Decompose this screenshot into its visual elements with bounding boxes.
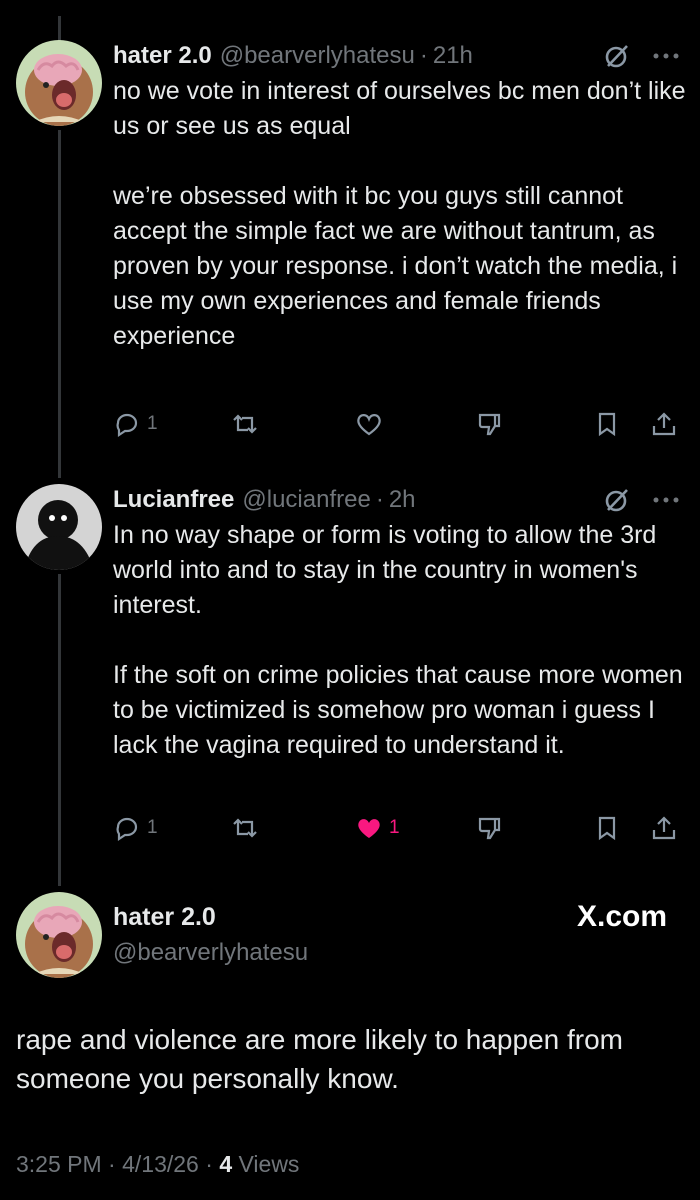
share-icon	[652, 412, 676, 436]
views-count[interactable]: 4	[219, 1151, 232, 1177]
heart-filled-icon	[358, 819, 380, 838]
avatar[interactable]	[16, 484, 102, 570]
post-meta: 3:25 PM · 4/13/26 · 4 Views	[16, 1146, 299, 1182]
bookmark-icon	[598, 412, 616, 437]
like-button[interactable]	[355, 410, 383, 438]
more-icon[interactable]	[652, 52, 680, 60]
reply-icon	[116, 413, 138, 438]
separator-dot: ·	[419, 42, 428, 69]
main-post-text: rape and violence are more likely to hap…	[16, 1024, 624, 1094]
action-bar: 1 1	[113, 814, 686, 850]
thread-line-top	[58, 16, 61, 42]
post-time[interactable]: 3:25 PM	[16, 1151, 102, 1177]
thumbs-down-icon	[478, 817, 501, 840]
author-name[interactable]: hater 2.0	[113, 42, 212, 70]
tweet-text: In no way shape or form is voting to all…	[113, 518, 686, 763]
share-button[interactable]	[650, 814, 678, 842]
repost-button[interactable]	[231, 410, 259, 438]
avatar[interactable]	[16, 892, 102, 978]
author-handle[interactable]: @bearverlyhatesu	[220, 42, 415, 70]
share-icon	[652, 816, 676, 840]
capybara-avatar-icon	[16, 892, 102, 978]
tweet-paragraph: no we vote in interest of ourselves bc m…	[113, 77, 686, 140]
thread-line-2	[58, 574, 61, 886]
bookmark-button[interactable]	[593, 410, 621, 438]
grok-icon[interactable]	[604, 487, 630, 513]
x-com-watermark: X.com	[576, 900, 667, 933]
dislike-button[interactable]	[475, 410, 503, 438]
author-handle[interactable]: @bearverlyhatesu	[113, 936, 673, 970]
author-handle[interactable]: @lucianfree	[242, 486, 370, 514]
post-date[interactable]: 4/13/26	[122, 1151, 199, 1177]
author-name[interactable]: Lucianfree	[113, 486, 234, 514]
like-count: 1	[389, 817, 400, 838]
more-icon[interactable]	[652, 496, 680, 504]
main-post-header: hater 2.0 @bearverlyhatesu X.com	[113, 900, 673, 970]
grok-icon[interactable]	[604, 43, 630, 69]
post-time[interactable]: 21h	[433, 42, 473, 70]
capybara-avatar-icon	[16, 40, 102, 126]
repost-button[interactable]	[231, 814, 259, 842]
thumbs-down-icon	[478, 413, 501, 436]
dislike-button[interactable]	[475, 814, 503, 842]
separator-dot: ·	[375, 486, 384, 513]
reply-button[interactable]: 1	[113, 410, 158, 438]
separator-dot: ·	[205, 1151, 213, 1177]
avatar[interactable]	[16, 40, 102, 126]
reply-count: 1	[147, 413, 158, 434]
tweet-paragraph: we’re obsessed with it bc you guys still…	[113, 182, 678, 350]
tweet-paragraph: In no way shape or form is voting to all…	[113, 521, 657, 619]
tweet-paragraph: If the soft on crime policies that cause…	[113, 661, 683, 759]
reply-tweet[interactable]: hater 2.0 @bearverlyhatesu · 21h no we v…	[113, 38, 686, 438]
heart-icon	[357, 414, 381, 436]
post-time[interactable]: 2h	[389, 486, 416, 514]
thread-line-1	[58, 130, 61, 478]
views-label[interactable]: Views	[239, 1151, 300, 1177]
reply-tweet[interactable]: Lucianfree @lucianfree · 2h In no way sh…	[113, 482, 686, 842]
repost-icon	[233, 818, 257, 838]
dark-figure-avatar-icon	[16, 484, 102, 570]
separator-dot: ·	[108, 1151, 116, 1177]
reply-button[interactable]: 1	[113, 814, 158, 842]
like-button[interactable]: 1	[355, 814, 400, 842]
bookmark-icon	[598, 816, 616, 841]
bookmark-button[interactable]	[593, 814, 621, 842]
repost-icon	[233, 414, 257, 434]
reply-icon	[116, 817, 138, 842]
action-bar: 1	[113, 410, 686, 446]
reply-count: 1	[147, 817, 158, 838]
share-button[interactable]	[650, 410, 678, 438]
tweet-text: no we vote in interest of ourselves bc m…	[113, 74, 686, 354]
